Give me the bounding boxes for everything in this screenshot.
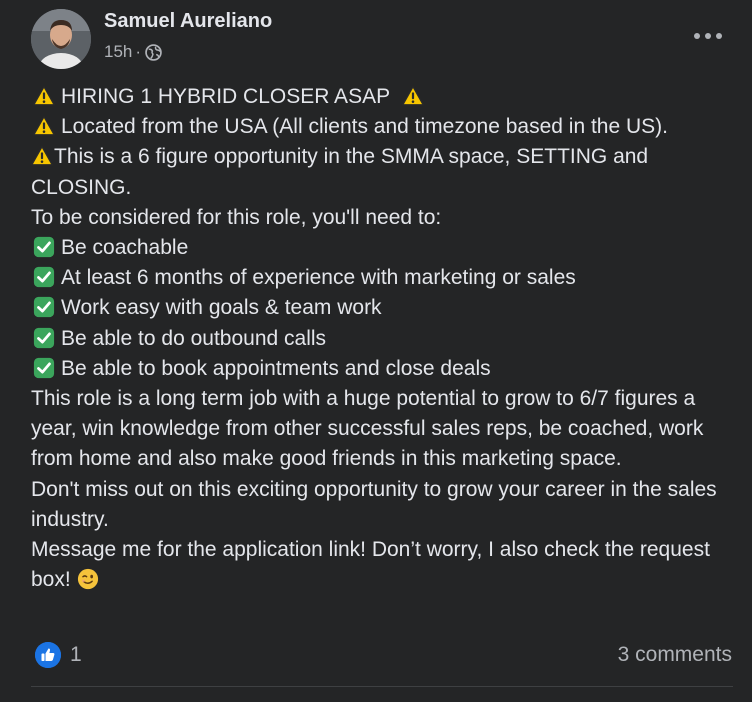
post-line-text: Be coachable	[61, 236, 189, 260]
post-line-text: Be able to book appointments and close d…	[61, 356, 491, 380]
post-line-text: Work easy with goals & team work	[61, 296, 382, 320]
post-timestamp[interactable]: 15h	[104, 42, 132, 62]
check-mark-emoji	[33, 267, 55, 288]
post-line-text: This is a 6 figure opportunity in the SM…	[31, 145, 649, 199]
check-mark-emoji	[33, 297, 55, 318]
more-dot	[705, 33, 711, 39]
winking-face-emoji	[77, 569, 98, 590]
avatar[interactable]	[31, 9, 91, 69]
post-line: HIRING 1 HYBRID CLOSER ASAP	[31, 82, 736, 112]
comments-count-link[interactable]: 3 comments	[618, 643, 732, 667]
post-line: Located from the USA (All clients and ti…	[31, 112, 736, 142]
post-line: To be considered for this role, you'll n…	[31, 205, 442, 229]
warning-emoji	[31, 146, 53, 166]
warning-emoji	[33, 116, 55, 136]
meta-separator: ·	[135, 42, 142, 61]
more-dot	[716, 33, 722, 39]
warning-emoji	[401, 86, 424, 106]
post-line: Be coachable	[31, 233, 736, 263]
post-line: Be able to book appointments and close d…	[31, 354, 736, 384]
like-icon[interactable]	[35, 642, 61, 668]
more-options-button[interactable]	[694, 24, 722, 48]
post-line-text: Located from the USA (All clients and ti…	[61, 115, 668, 139]
post-line-text: HIRING 1 HYBRID CLOSER ASAP	[61, 85, 390, 108]
check-mark-emoji	[33, 357, 55, 378]
warning-emoji	[33, 86, 55, 106]
post-line-text: Be able to do outbound calls	[61, 326, 327, 350]
post-line: Message me for the application link! Don…	[31, 535, 736, 595]
post-meta: 15h ·	[104, 42, 162, 62]
post-line-text: Message me for the application link! Don…	[31, 538, 710, 592]
post-line: Don't miss out on this exciting opportun…	[31, 477, 717, 531]
post-line: At least 6 months of experience with mar…	[31, 263, 736, 293]
post-line: This role is a long term job with a huge…	[31, 387, 704, 471]
post-line: Be able to do outbound calls	[31, 324, 736, 354]
post-line-text: At least 6 months of experience with mar…	[61, 266, 576, 290]
divider	[31, 686, 733, 687]
reaction-count[interactable]: 1	[70, 643, 82, 667]
post-line: Work easy with goals & team work	[31, 293, 736, 323]
more-dot	[694, 33, 700, 39]
globe-icon[interactable]	[145, 43, 162, 61]
post-body: HIRING 1 HYBRID CLOSER ASAP Located from…	[31, 82, 736, 595]
post-line: This is a 6 figure opportunity in the SM…	[31, 142, 736, 202]
check-mark-emoji	[33, 236, 55, 258]
author-name[interactable]: Samuel Aureliano	[104, 10, 272, 33]
post-card: Samuel Aureliano 15h · HIRING 1 HYBRID C…	[0, 0, 752, 702]
check-mark-emoji	[33, 327, 55, 348]
post-header: Samuel Aureliano 15h ·	[0, 0, 752, 80]
post-footer: 1 3 comments	[0, 636, 752, 676]
